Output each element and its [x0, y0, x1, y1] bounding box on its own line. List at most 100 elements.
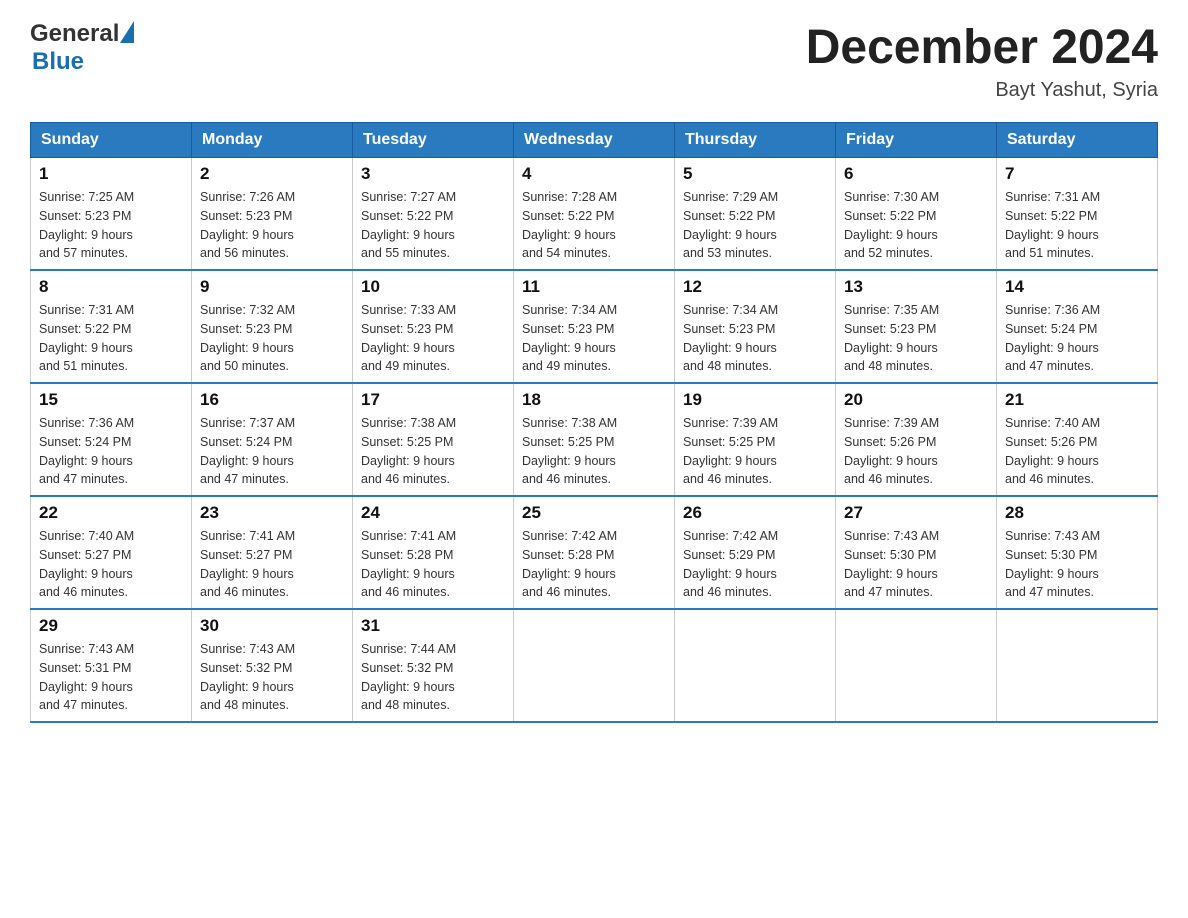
- day-info: Sunrise: 7:36 AM Sunset: 5:24 PM Dayligh…: [1005, 301, 1149, 376]
- calendar-week-row: 29 Sunrise: 7:43 AM Sunset: 5:31 PM Dayl…: [31, 609, 1158, 722]
- day-of-week-header: Sunday: [31, 123, 192, 158]
- day-info: Sunrise: 7:30 AM Sunset: 5:22 PM Dayligh…: [844, 188, 988, 263]
- day-of-week-header: Thursday: [675, 123, 836, 158]
- calendar-day-cell: 31 Sunrise: 7:44 AM Sunset: 5:32 PM Dayl…: [353, 609, 514, 722]
- calendar-day-cell: 2 Sunrise: 7:26 AM Sunset: 5:23 PM Dayli…: [192, 158, 353, 271]
- day-info: Sunrise: 7:36 AM Sunset: 5:24 PM Dayligh…: [39, 414, 183, 489]
- day-info: Sunrise: 7:37 AM Sunset: 5:24 PM Dayligh…: [200, 414, 344, 489]
- calendar-day-cell: [514, 609, 675, 722]
- day-number: 9: [200, 277, 344, 297]
- day-number: 13: [844, 277, 988, 297]
- day-info: Sunrise: 7:43 AM Sunset: 5:30 PM Dayligh…: [844, 527, 988, 602]
- calendar-week-row: 15 Sunrise: 7:36 AM Sunset: 5:24 PM Dayl…: [31, 383, 1158, 496]
- calendar-day-cell: 12 Sunrise: 7:34 AM Sunset: 5:23 PM Dayl…: [675, 270, 836, 383]
- calendar-week-row: 8 Sunrise: 7:31 AM Sunset: 5:22 PM Dayli…: [31, 270, 1158, 383]
- day-info: Sunrise: 7:43 AM Sunset: 5:31 PM Dayligh…: [39, 640, 183, 715]
- logo-triangle-icon: [120, 21, 134, 43]
- day-number: 4: [522, 164, 666, 184]
- calendar-day-cell: 6 Sunrise: 7:30 AM Sunset: 5:22 PM Dayli…: [836, 158, 997, 271]
- calendar-day-cell: [675, 609, 836, 722]
- day-number: 31: [361, 616, 505, 636]
- day-number: 15: [39, 390, 183, 410]
- day-info: Sunrise: 7:29 AM Sunset: 5:22 PM Dayligh…: [683, 188, 827, 263]
- calendar-day-cell: [836, 609, 997, 722]
- calendar-day-cell: 13 Sunrise: 7:35 AM Sunset: 5:23 PM Dayl…: [836, 270, 997, 383]
- day-of-week-header: Wednesday: [514, 123, 675, 158]
- calendar-day-cell: 8 Sunrise: 7:31 AM Sunset: 5:22 PM Dayli…: [31, 270, 192, 383]
- day-info: Sunrise: 7:39 AM Sunset: 5:26 PM Dayligh…: [844, 414, 988, 489]
- day-number: 24: [361, 503, 505, 523]
- day-of-week-header: Saturday: [997, 123, 1158, 158]
- calendar-day-cell: 5 Sunrise: 7:29 AM Sunset: 5:22 PM Dayli…: [675, 158, 836, 271]
- day-number: 30: [200, 616, 344, 636]
- day-info: Sunrise: 7:28 AM Sunset: 5:22 PM Dayligh…: [522, 188, 666, 263]
- calendar-day-cell: 24 Sunrise: 7:41 AM Sunset: 5:28 PM Dayl…: [353, 496, 514, 609]
- calendar-day-cell: 27 Sunrise: 7:43 AM Sunset: 5:30 PM Dayl…: [836, 496, 997, 609]
- day-info: Sunrise: 7:40 AM Sunset: 5:27 PM Dayligh…: [39, 527, 183, 602]
- day-number: 6: [844, 164, 988, 184]
- day-info: Sunrise: 7:40 AM Sunset: 5:26 PM Dayligh…: [1005, 414, 1149, 489]
- calendar-day-cell: 4 Sunrise: 7:28 AM Sunset: 5:22 PM Dayli…: [514, 158, 675, 271]
- day-number: 29: [39, 616, 183, 636]
- day-number: 28: [1005, 503, 1149, 523]
- day-info: Sunrise: 7:35 AM Sunset: 5:23 PM Dayligh…: [844, 301, 988, 376]
- calendar-day-cell: 3 Sunrise: 7:27 AM Sunset: 5:22 PM Dayli…: [353, 158, 514, 271]
- calendar-table: SundayMondayTuesdayWednesdayThursdayFrid…: [30, 122, 1158, 723]
- logo-general-text: General: [30, 20, 119, 48]
- calendar-day-cell: 21 Sunrise: 7:40 AM Sunset: 5:26 PM Dayl…: [997, 383, 1158, 496]
- day-info: Sunrise: 7:26 AM Sunset: 5:23 PM Dayligh…: [200, 188, 344, 263]
- day-number: 3: [361, 164, 505, 184]
- calendar-header-row: SundayMondayTuesdayWednesdayThursdayFrid…: [31, 123, 1158, 158]
- calendar-subtitle: Bayt Yashut, Syria: [806, 79, 1158, 102]
- calendar-day-cell: 26 Sunrise: 7:42 AM Sunset: 5:29 PM Dayl…: [675, 496, 836, 609]
- day-info: Sunrise: 7:42 AM Sunset: 5:29 PM Dayligh…: [683, 527, 827, 602]
- day-info: Sunrise: 7:41 AM Sunset: 5:27 PM Dayligh…: [200, 527, 344, 602]
- calendar-day-cell: 29 Sunrise: 7:43 AM Sunset: 5:31 PM Dayl…: [31, 609, 192, 722]
- calendar-title-area: December 2024 Bayt Yashut, Syria: [806, 20, 1158, 102]
- calendar-day-cell: 19 Sunrise: 7:39 AM Sunset: 5:25 PM Dayl…: [675, 383, 836, 496]
- calendar-day-cell: 30 Sunrise: 7:43 AM Sunset: 5:32 PM Dayl…: [192, 609, 353, 722]
- calendar-day-cell: 9 Sunrise: 7:32 AM Sunset: 5:23 PM Dayli…: [192, 270, 353, 383]
- day-info: Sunrise: 7:25 AM Sunset: 5:23 PM Dayligh…: [39, 188, 183, 263]
- day-info: Sunrise: 7:41 AM Sunset: 5:28 PM Dayligh…: [361, 527, 505, 602]
- calendar-day-cell: 28 Sunrise: 7:43 AM Sunset: 5:30 PM Dayl…: [997, 496, 1158, 609]
- logo: General Blue: [30, 20, 134, 76]
- day-info: Sunrise: 7:27 AM Sunset: 5:22 PM Dayligh…: [361, 188, 505, 263]
- calendar-day-cell: 23 Sunrise: 7:41 AM Sunset: 5:27 PM Dayl…: [192, 496, 353, 609]
- day-of-week-header: Friday: [836, 123, 997, 158]
- day-number: 14: [1005, 277, 1149, 297]
- day-number: 19: [683, 390, 827, 410]
- day-number: 5: [683, 164, 827, 184]
- day-number: 27: [844, 503, 988, 523]
- day-number: 12: [683, 277, 827, 297]
- day-info: Sunrise: 7:38 AM Sunset: 5:25 PM Dayligh…: [361, 414, 505, 489]
- day-number: 17: [361, 390, 505, 410]
- day-info: Sunrise: 7:31 AM Sunset: 5:22 PM Dayligh…: [1005, 188, 1149, 263]
- day-info: Sunrise: 7:31 AM Sunset: 5:22 PM Dayligh…: [39, 301, 183, 376]
- calendar-day-cell: 7 Sunrise: 7:31 AM Sunset: 5:22 PM Dayli…: [997, 158, 1158, 271]
- day-number: 22: [39, 503, 183, 523]
- day-number: 11: [522, 277, 666, 297]
- calendar-day-cell: 11 Sunrise: 7:34 AM Sunset: 5:23 PM Dayl…: [514, 270, 675, 383]
- calendar-week-row: 22 Sunrise: 7:40 AM Sunset: 5:27 PM Dayl…: [31, 496, 1158, 609]
- calendar-title: December 2024: [806, 20, 1158, 75]
- calendar-day-cell: 22 Sunrise: 7:40 AM Sunset: 5:27 PM Dayl…: [31, 496, 192, 609]
- day-info: Sunrise: 7:44 AM Sunset: 5:32 PM Dayligh…: [361, 640, 505, 715]
- calendar-day-cell: 10 Sunrise: 7:33 AM Sunset: 5:23 PM Dayl…: [353, 270, 514, 383]
- logo-blue-text: Blue: [32, 48, 84, 76]
- day-number: 26: [683, 503, 827, 523]
- day-info: Sunrise: 7:32 AM Sunset: 5:23 PM Dayligh…: [200, 301, 344, 376]
- day-info: Sunrise: 7:38 AM Sunset: 5:25 PM Dayligh…: [522, 414, 666, 489]
- calendar-day-cell: 1 Sunrise: 7:25 AM Sunset: 5:23 PM Dayli…: [31, 158, 192, 271]
- day-number: 2: [200, 164, 344, 184]
- day-info: Sunrise: 7:42 AM Sunset: 5:28 PM Dayligh…: [522, 527, 666, 602]
- day-info: Sunrise: 7:43 AM Sunset: 5:30 PM Dayligh…: [1005, 527, 1149, 602]
- calendar-day-cell: [997, 609, 1158, 722]
- day-number: 10: [361, 277, 505, 297]
- day-info: Sunrise: 7:33 AM Sunset: 5:23 PM Dayligh…: [361, 301, 505, 376]
- day-number: 16: [200, 390, 344, 410]
- calendar-week-row: 1 Sunrise: 7:25 AM Sunset: 5:23 PM Dayli…: [31, 158, 1158, 271]
- day-number: 23: [200, 503, 344, 523]
- calendar-day-cell: 15 Sunrise: 7:36 AM Sunset: 5:24 PM Dayl…: [31, 383, 192, 496]
- day-number: 25: [522, 503, 666, 523]
